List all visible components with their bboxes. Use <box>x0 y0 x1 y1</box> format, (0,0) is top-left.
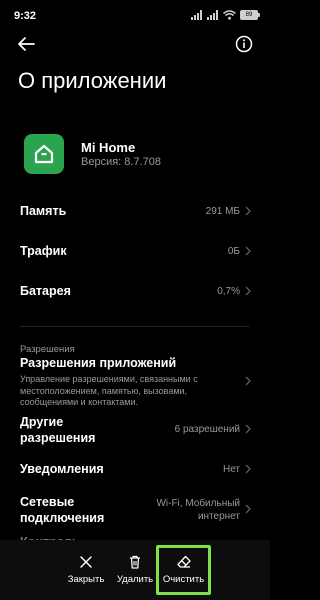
status-time: 9:32 <box>14 10 37 22</box>
mi-home-logo-icon <box>34 144 54 164</box>
battery-label: Батарея <box>20 284 71 298</box>
app-version: Версия: 8.7.708 <box>81 156 161 168</box>
delete-button[interactable]: Удалить <box>110 540 160 600</box>
notifications-value: Нет <box>222 464 240 475</box>
network-label-line1: Сетевые <box>20 495 75 509</box>
section-divider <box>20 326 250 327</box>
battery-value: 0,7% <box>217 286 240 297</box>
traffic-row[interactable]: Трафик 0Б <box>0 236 270 266</box>
chevron-right-icon <box>245 504 251 514</box>
wifi-icon <box>223 10 236 20</box>
storage-row[interactable]: Память 291 МБ <box>0 196 270 226</box>
traffic-label: Трафик <box>20 244 67 258</box>
info-button[interactable] <box>232 32 256 56</box>
app-permissions-description: Управление разрешениями, связанными с ме… <box>20 374 198 407</box>
other-permissions-label-line2: разрешения <box>20 431 96 445</box>
app-name: Mi Home <box>81 140 136 155</box>
network-value-line2: интернет <box>197 511 240 522</box>
network-row[interactable]: Сетевые подключения Wi-Fi, Мобильный инт… <box>0 492 270 528</box>
chevron-right-icon <box>245 246 251 256</box>
signal-icon <box>191 10 202 20</box>
battery-row[interactable]: Батарея 0,7% <box>0 276 270 306</box>
status-bar: 9:32 89 <box>0 0 270 28</box>
chevron-right-icon <box>245 286 251 296</box>
notifications-label: Уведомления <box>20 462 104 476</box>
storage-value: 291 МБ <box>205 206 240 217</box>
other-permissions-value: 6 разрешений <box>174 424 240 435</box>
other-permissions-row[interactable]: Другие разрешения 6 разрешений <box>0 412 270 448</box>
page-title: О приложении <box>18 68 167 93</box>
chevron-right-icon <box>245 206 251 216</box>
app-permissions-title: Разрешения приложений <box>20 356 177 370</box>
close-icon <box>80 556 92 568</box>
close-button[interactable]: Закрыть <box>60 540 112 600</box>
other-permissions-label-line1: Другие <box>20 415 64 429</box>
info-icon <box>235 35 253 53</box>
traffic-value: 0Б <box>227 246 240 257</box>
status-icons: 89 <box>191 9 260 21</box>
bottom-action-bar: Закрыть Удалить Очистить <box>0 540 270 600</box>
network-label-line2: подключения <box>20 511 105 525</box>
close-label: Закрыть <box>67 574 105 585</box>
network-value-line1: Wi-Fi, Мобильный <box>156 498 240 509</box>
delete-label: Удалить <box>116 574 154 585</box>
arrow-left-icon <box>18 37 35 51</box>
chevron-right-icon <box>245 376 251 386</box>
clear-button-highlight <box>156 545 211 595</box>
battery-indicator: 89 <box>240 10 260 20</box>
trash-icon <box>130 555 140 569</box>
notifications-row[interactable]: Уведомления Нет <box>0 457 270 481</box>
storage-label: Память <box>20 204 67 218</box>
chevron-right-icon <box>245 424 251 434</box>
signal-icon-2 <box>207 10 218 20</box>
app-icon <box>24 134 64 174</box>
chevron-right-icon <box>245 464 251 474</box>
back-button[interactable] <box>14 32 38 56</box>
